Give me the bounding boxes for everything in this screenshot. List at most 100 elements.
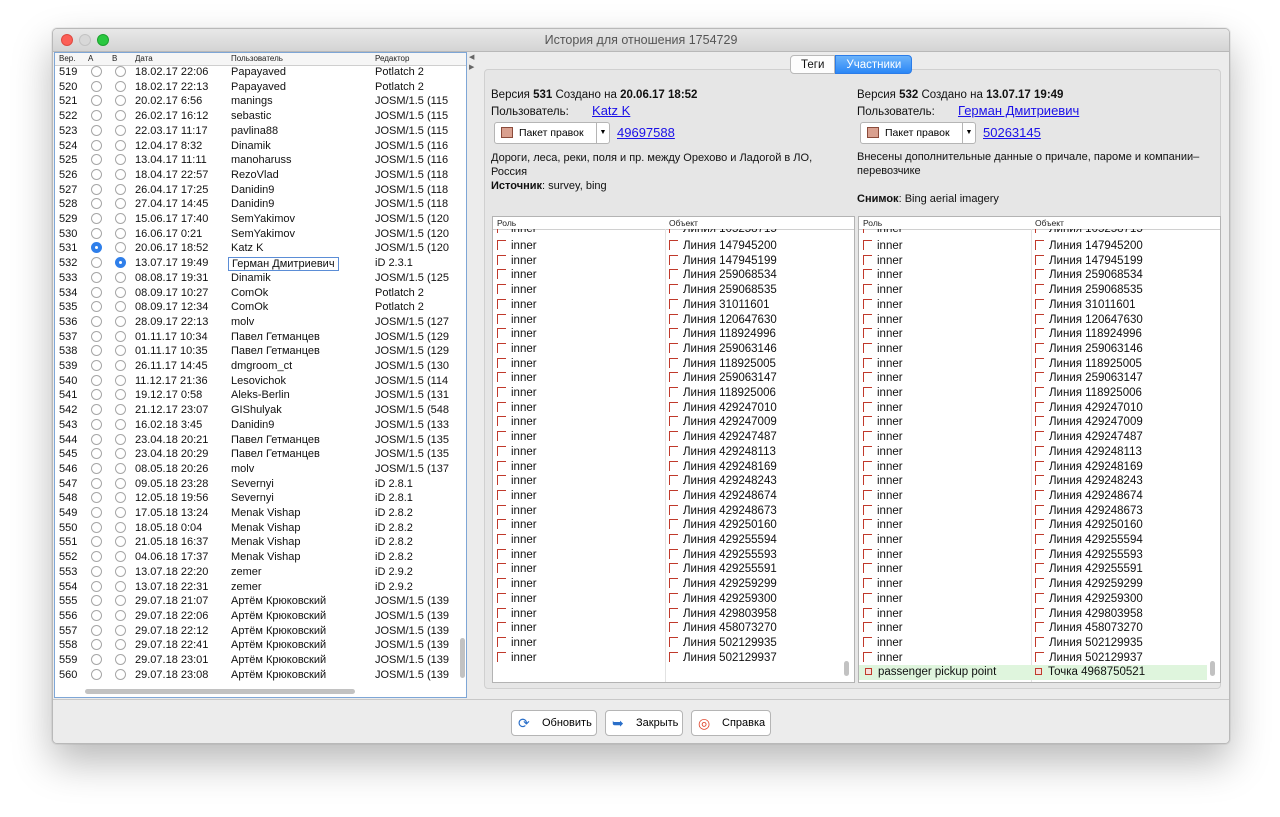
table-row[interactable]: 537 01.11.17 10:34 Павел Гетманцев JOSM/1.5… [55, 330, 466, 345]
split-divider[interactable]: ◀ ▶ [467, 52, 477, 698]
table-row[interactable]: 546 08.05.18 20:26 molv JOSM/1.5 (137 [55, 462, 466, 477]
table-row[interactable]: inner Линия 429248243 [859, 474, 1209, 489]
table-row[interactable]: inner Линия 429248113 [493, 445, 843, 460]
radio-a[interactable] [91, 301, 102, 313]
refresh-button[interactable]: ⟳ Обновить [511, 710, 597, 736]
radio-a[interactable] [91, 507, 102, 518]
radio-b[interactable] [115, 227, 126, 239]
version-b-changeset-button[interactable]: Пакет правок ▼ [860, 122, 976, 144]
radio-b[interactable] [115, 80, 126, 92]
radio-a[interactable] [91, 80, 102, 92]
version-a-changeset[interactable]: 49697588 [617, 125, 675, 140]
table-row[interactable]: inner Линия 458073270 [859, 621, 1209, 636]
table-row[interactable]: inner Линия 147945200 [859, 239, 1209, 254]
radio-a[interactable] [91, 448, 102, 460]
table-row[interactable]: inner Линия 147945199 [859, 254, 1209, 269]
table-row[interactable]: inner Линия 118925005 [859, 357, 1209, 372]
radio-b[interactable] [115, 374, 126, 386]
radio-b[interactable] [115, 404, 126, 416]
table-row[interactable]: 524 12.04.17 8:32 Dinamik JOSM/1.5 (116 [55, 139, 466, 154]
radio-b[interactable] [115, 139, 126, 151]
table-row[interactable]: inner Линия 429247009 [859, 415, 1209, 430]
radio-b[interactable] [115, 389, 126, 401]
table-row[interactable]: inner Линия 118924996 [493, 327, 843, 342]
table-row[interactable]: inner Линия 118925005 [493, 357, 843, 372]
table-row[interactable]: inner Линия 429250160 [859, 518, 1209, 533]
radio-b[interactable] [115, 624, 126, 636]
radio-a[interactable] [91, 492, 102, 504]
header-date[interactable]: Дата [135, 54, 153, 63]
header-role[interactable]: Роль [863, 218, 882, 228]
table-row[interactable]: inner Линия 429248674 [493, 489, 843, 504]
table-row[interactable]: 520 18.02.17 22:13 Papayaved Potlatch 2 [55, 80, 466, 95]
radio-b[interactable] [115, 433, 126, 445]
radio-b[interactable] [115, 154, 126, 166]
table-row[interactable]: inner Линия 429259300 [859, 592, 1209, 607]
table-row[interactable]: 542 21.12.17 23:07 GIShulyak JOSM/1.5 (548 [55, 403, 466, 418]
close-button[interactable]: ➥ Закрыть [605, 710, 683, 736]
tab-members[interactable]: Участники [835, 55, 913, 74]
table-row[interactable]: 538 01.11.17 10:35 Павел Гетманцев JOSM/1.5… [55, 344, 466, 359]
header-object[interactable]: Объект [1035, 218, 1064, 228]
added-member-row[interactable]: passenger pickup point Точка 4968750521 [859, 665, 1207, 680]
table-row[interactable]: inner Линия 147945199 [493, 254, 843, 269]
table-row[interactable]: 559 29.07.18 23:01 Артём Крюковский JOSM/1.… [55, 653, 466, 668]
table-row[interactable]: inner Линия 429259299 [859, 577, 1209, 592]
table-row[interactable]: inner Линия 259068535 [859, 283, 1209, 298]
table-row[interactable]: inner Линия 259068534 [859, 268, 1209, 283]
table-row[interactable]: 534 08.09.17 10:27 ComOk Potlatch 2 [55, 286, 466, 301]
radio-a[interactable] [91, 389, 102, 401]
radio-b[interactable] [115, 448, 126, 460]
version-a-changeset-link[interactable]: 49697588 [617, 125, 675, 140]
table-row[interactable]: inner Линия 429248113 [859, 445, 1209, 460]
table-row[interactable]: 531 20.06.17 18:52 Katz K JOSM/1.5 (120 [55, 241, 466, 256]
table-row[interactable]: 533 08.08.17 19:31 Dinamik JOSM/1.5 (125 [55, 271, 466, 286]
help-button[interactable]: ◎ Справка [691, 710, 771, 736]
table-row[interactable]: inner Линия 147945200 [493, 239, 843, 254]
table-row[interactable]: inner Линия 429255591 [493, 562, 843, 577]
table-row[interactable]: inner Линия 429255591 [859, 562, 1209, 577]
table-row[interactable]: 521 20.02.17 6:56 manings JOSM/1.5 (115 [55, 94, 466, 109]
table-row[interactable]: inner Линия 31011601 [493, 298, 843, 313]
radio-b[interactable] [115, 565, 126, 577]
radio-a[interactable] [91, 168, 102, 180]
radio-a[interactable] [91, 360, 102, 371]
radio-a[interactable] [91, 565, 102, 577]
radio-a[interactable] [91, 154, 102, 166]
table-row[interactable]: inner Линия 259063147 [493, 371, 843, 386]
radio-b[interactable] [115, 536, 126, 548]
radio-b[interactable] [115, 213, 126, 224]
table-row[interactable]: 536 28.09.17 22:13 molv JOSM/1.5 (127 [55, 315, 466, 330]
table-row[interactable]: 552 04.06.18 17:37 Menak Vishap iD 2.8.2 [55, 550, 466, 565]
radio-b[interactable] [115, 609, 126, 621]
table-row[interactable]: inner Линия 429255593 [859, 548, 1209, 563]
radio-b[interactable] [115, 462, 126, 474]
radio-a[interactable] [91, 330, 102, 342]
table-row[interactable]: inner Линия 118924996 [859, 327, 1209, 342]
table-row[interactable]: inner Линия 259063146 [493, 342, 843, 357]
table-row[interactable]: inner Линия 458073270 [493, 621, 843, 636]
table-row[interactable]: 519 18.02.17 22:06 Papayaved Potlatch 2 [55, 65, 466, 80]
version-b-user-link[interactable]: Герман Дмитриевич [958, 103, 1079, 118]
table-row[interactable]: 556 29.07.18 22:06 Артём Крюковский JOSM/1.… [55, 609, 466, 624]
radio-a[interactable] [91, 271, 102, 283]
radio-a[interactable] [91, 595, 102, 607]
radio-a[interactable] [91, 580, 102, 592]
table-row[interactable]: inner Линия 118925006 [493, 386, 843, 401]
vertical-scrollbar[interactable] [460, 638, 465, 678]
collapse-right-arrow-icon[interactable]: ▶ [469, 63, 474, 71]
header-b[interactable]: B [112, 54, 117, 63]
table-row[interactable]: inner Линия 429247010 [493, 401, 843, 416]
radio-b[interactable] [115, 418, 126, 430]
table-row[interactable]: 522 26.02.17 16:12 sebastic JOSM/1.5 (115 [55, 109, 466, 124]
table-row[interactable]: 557 29.07.18 22:12 Артём Крюковский JOSM/1.… [55, 624, 466, 639]
table-row[interactable]: inner Линия 502129937 [493, 651, 843, 666]
table-row[interactable]: 525 13.04.17 11:11 manoharuss JOSM/1.5 (116 [55, 153, 466, 168]
table-row[interactable]: inner Линия 429259299 [493, 577, 843, 592]
radio-b[interactable] [115, 66, 126, 77]
table-row[interactable]: inner Линия 429255594 [493, 533, 843, 548]
radio-b[interactable] [115, 639, 126, 651]
radio-b[interactable] [115, 507, 126, 518]
table-row[interactable]: 558 29.07.18 22:41 Артём Крюковский JOSM/1.… [55, 638, 466, 653]
header-object[interactable]: Объект [669, 218, 698, 228]
